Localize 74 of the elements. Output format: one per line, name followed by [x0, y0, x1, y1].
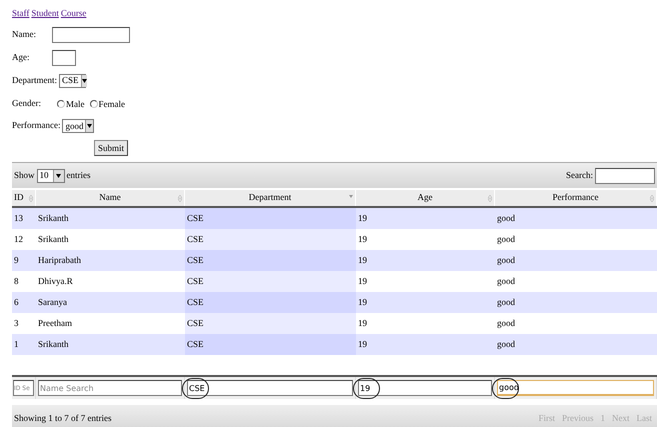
table-cell-text: 9 [13, 254, 20, 267]
table-cell-text: 19 [357, 232, 368, 246]
column-header[interactable]: Name [36, 190, 185, 206]
table-cell-text: good [496, 232, 516, 246]
field-label: Department: [12, 74, 57, 87]
table-cell-text: good [496, 254, 516, 267]
filter-input[interactable]: CSE [187, 380, 353, 396]
sort-icon [29, 195, 33, 202]
table-cell: CSE [185, 313, 356, 334]
column-header[interactable]: Age [356, 190, 495, 206]
table-cell-text: 19 [357, 212, 368, 225]
table-cell-text: 13 [13, 212, 24, 225]
radio-button[interactable] [90, 100, 98, 108]
nav-link[interactable]: Student [31, 7, 59, 21]
table-cell: CSE [185, 292, 356, 313]
table-cell-text: good [496, 212, 516, 225]
table-cell-text: Srikanth [37, 232, 70, 246]
nav-link[interactable]: Staff [12, 7, 30, 21]
radio-label: Male [66, 98, 84, 112]
table-cell-text: 19 [357, 316, 368, 330]
field-label: Name: [12, 28, 37, 42]
caret-icon [82, 78, 86, 82]
dropdown[interactable]: good [62, 119, 94, 133]
table-cell-text: 12 [13, 232, 24, 246]
dropdown[interactable]: CSE [58, 74, 86, 88]
sort-icon [178, 195, 182, 202]
column-header[interactable]: Performance [495, 190, 657, 206]
table-cell-text: Srikanth [37, 338, 70, 351]
table-cell-text: good [496, 274, 516, 288]
sort-descending-icon [349, 195, 353, 198]
age-input[interactable] [52, 50, 76, 66]
table-cell-text: Srikanth [37, 212, 70, 225]
entries-label: entries [66, 168, 91, 182]
dropdown[interactable]: 10 [36, 168, 65, 182]
table-cell-text: Dhivya.R [37, 274, 74, 288]
table-cell: CSE [185, 229, 356, 250]
nav-link[interactable]: Course [60, 7, 86, 21]
field-label: Performance: [12, 119, 60, 132]
field-label: Gender: [12, 96, 42, 110]
table-cell-text: 19 [357, 338, 368, 351]
table-cell: CSE [185, 208, 356, 229]
table-cell-text: good [496, 316, 516, 330]
table-cell-text: 6 [13, 296, 20, 309]
table-cell-text: good [496, 296, 516, 309]
table-cell-text: 8 [13, 274, 20, 288]
search-input[interactable] [595, 168, 655, 184]
table-cell-text: 3 [13, 316, 20, 330]
table-cell: CSE [185, 334, 356, 355]
column-header[interactable]: Department [185, 190, 356, 206]
info-text: Showing 1 to 7 of 7 entries [14, 412, 112, 425]
radio-label: Female [98, 98, 125, 112]
table-cell: CSE [185, 250, 356, 271]
table-cell-text: 19 [357, 254, 368, 267]
submit-button[interactable]: Submit [94, 140, 128, 156]
table-cell-text: 1 [13, 338, 20, 351]
sort-icon [650, 195, 654, 202]
filter-input[interactable]: 19 [358, 380, 492, 396]
radio-button[interactable] [57, 100, 65, 108]
caret-icon [87, 124, 92, 128]
column-header[interactable]: ID [12, 190, 36, 206]
table-cell-text: Preetham [37, 316, 73, 330]
table-cell-text: 19 [357, 296, 368, 309]
table-cell-text: Hariprabath [37, 254, 82, 267]
search-label: Search: [566, 168, 593, 182]
field-label: Age: [12, 50, 30, 64]
table-cell: CSE [185, 271, 356, 292]
table-cell-text: good [496, 338, 516, 351]
caret-icon [56, 174, 62, 178]
name-input[interactable] [52, 27, 130, 43]
table-cell-text: Saranya [37, 296, 68, 309]
filter-input[interactable]: Name Search [38, 380, 182, 396]
show-label: Show [14, 168, 35, 182]
table-cell-text: 19 [357, 274, 368, 288]
sort-icon [488, 195, 492, 202]
